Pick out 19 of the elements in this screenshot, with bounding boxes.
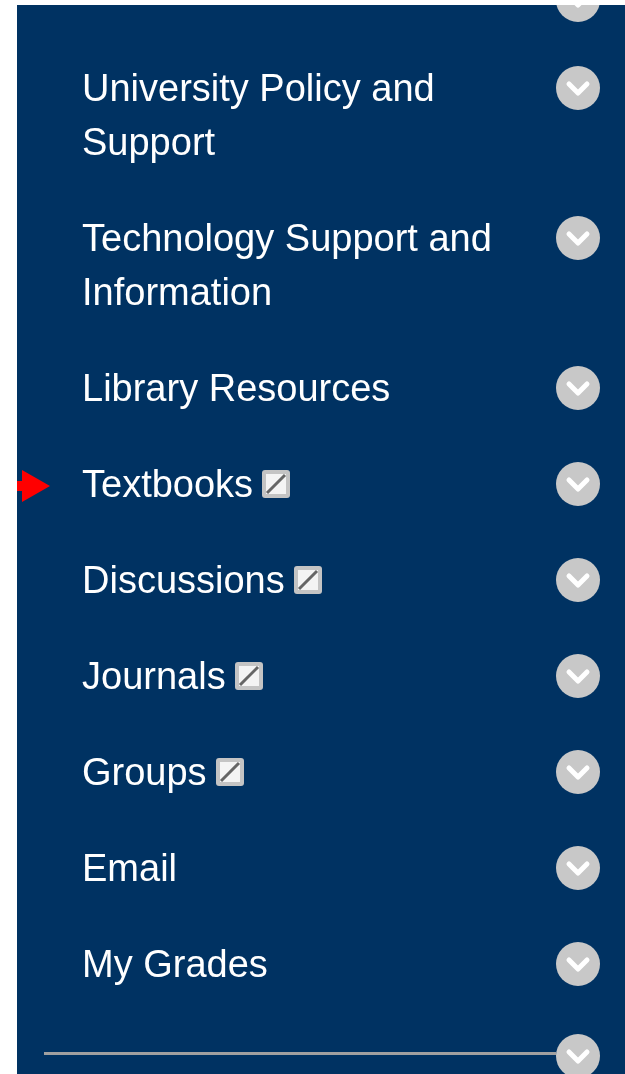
chevron-button[interactable] [556, 750, 600, 794]
chevron-button[interactable] [556, 366, 600, 410]
menu-link[interactable]: My Grades [82, 937, 268, 991]
menu-link[interactable]: Discussions [82, 553, 285, 607]
menu-link[interactable]: Journals [82, 649, 226, 703]
chevron-button[interactable] [556, 558, 600, 602]
chevron-button[interactable] [556, 66, 600, 110]
menu-link[interactable]: Textbooks [82, 457, 254, 511]
menu-link[interactable]: Groups [82, 745, 207, 799]
chevron-button[interactable] [556, 654, 600, 698]
menu-link[interactable]: Library Resources [82, 361, 391, 415]
chevron-button[interactable] [556, 462, 600, 506]
menu-link[interactable]: Technology Support and Information [82, 211, 542, 319]
chevron-icon[interactable] [556, 1034, 600, 1074]
chevron-button[interactable] [556, 216, 600, 260]
chevron-button[interactable] [556, 942, 600, 986]
menu-link[interactable]: University Policy and Support [82, 61, 542, 169]
chevron-button[interactable] [556, 846, 600, 890]
menu-link[interactable]: Email [82, 841, 178, 895]
